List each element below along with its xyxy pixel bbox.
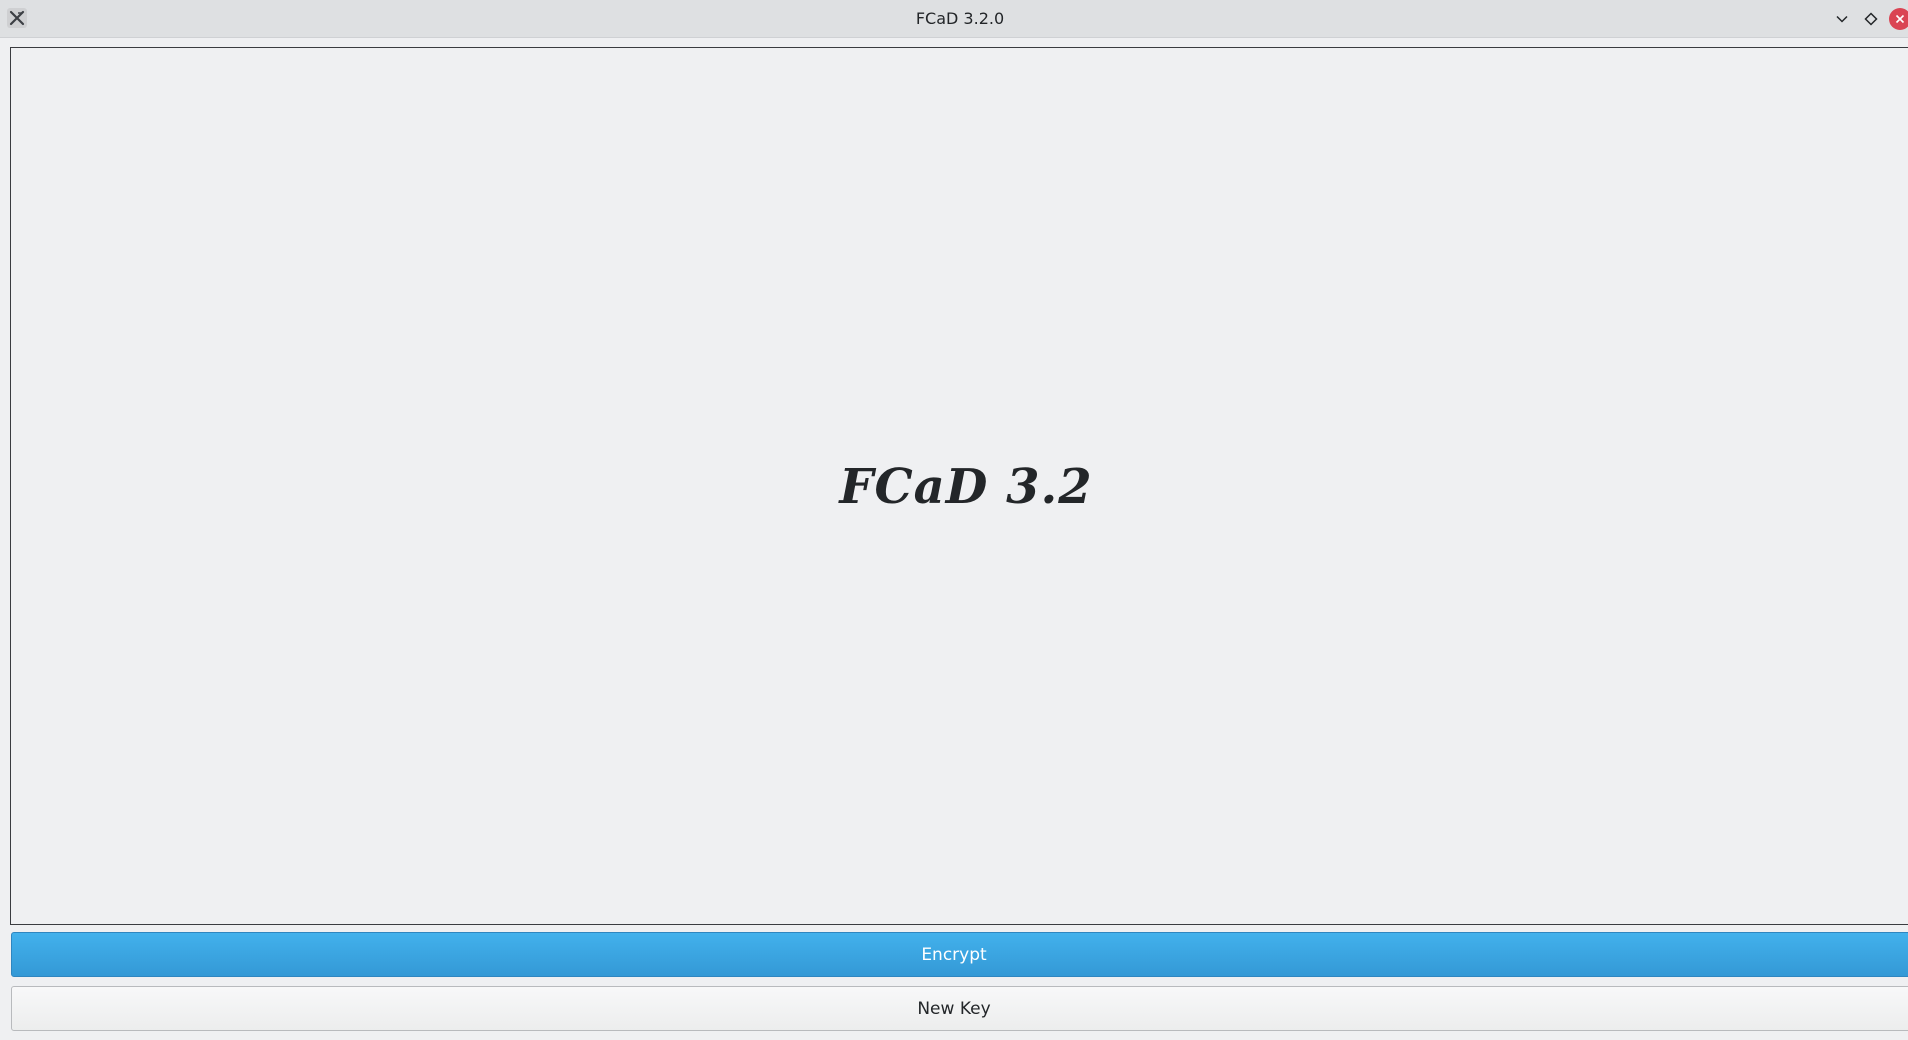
window-title: FCaD 3.2.0 — [915, 9, 1005, 28]
diamond-icon — [1864, 12, 1878, 26]
title-bar[interactable]: FCaD 3.2.0 — [0, 0, 1908, 38]
maximize-button[interactable] — [1861, 9, 1881, 29]
app-logo-text: FCaD 3.2 — [839, 459, 1093, 515]
close-button[interactable] — [1889, 8, 1908, 30]
main-display-panel: FCaD 3.2 — [10, 47, 1908, 925]
chevron-down-icon — [1836, 15, 1848, 23]
app-window: FCaD 3.2.0 FCaD 3.2 Encrypt New Key — [0, 0, 1908, 1040]
encrypt-button[interactable]: Encrypt — [11, 932, 1908, 977]
minimize-button[interactable] — [1832, 9, 1852, 29]
close-icon — [1895, 14, 1905, 24]
new-key-button[interactable]: New Key — [11, 986, 1908, 1031]
